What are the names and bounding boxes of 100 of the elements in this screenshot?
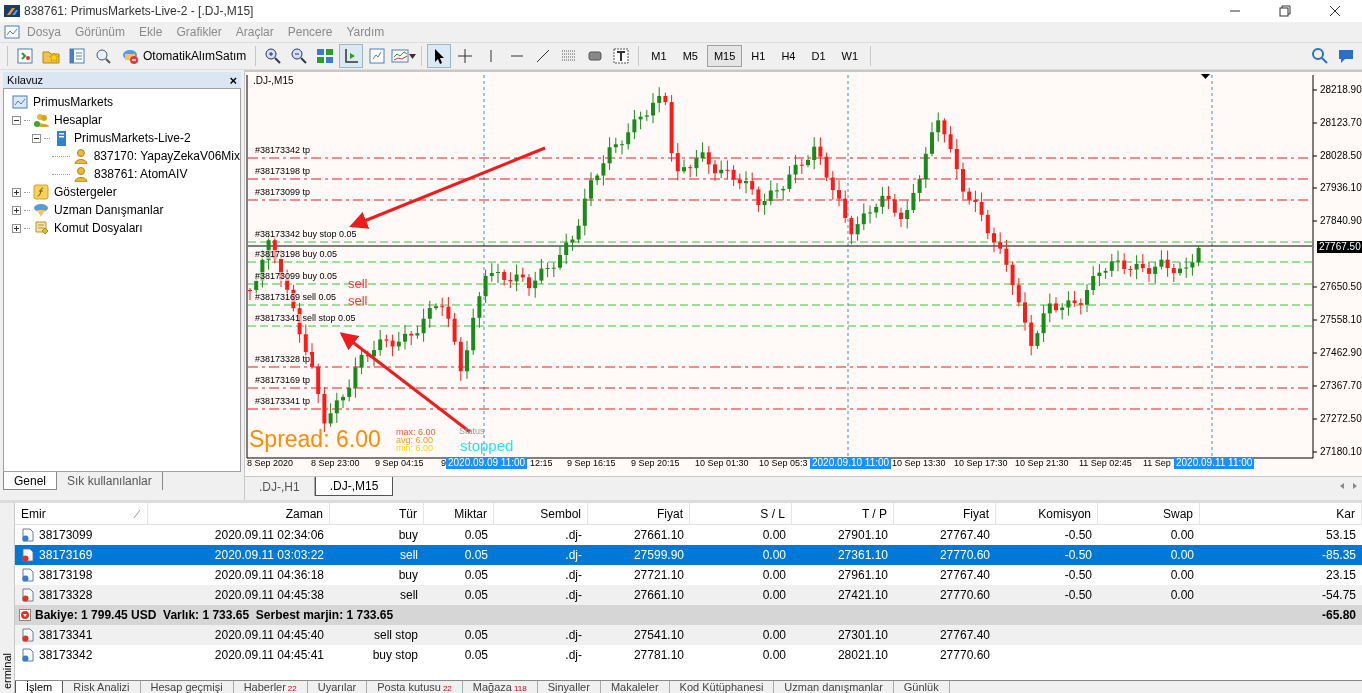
table-cell-text: 27301.10 [837, 627, 888, 644]
table-cell-text: 0.05 [464, 567, 488, 584]
price-tick: 28123.70 [1320, 118, 1362, 128]
table-cell-text: 2020.09.11 02:34:06 [214, 527, 324, 544]
terminal-tab[interactable]: Haberler 22 [233, 681, 308, 693]
table-cell-text: 0.00 [1170, 567, 1194, 584]
time-tick: 10 Sep 21:30 [1015, 459, 1069, 468]
time-highlight: 2020.09.09 11:00 [446, 457, 528, 469]
timeframe-button[interactable]: H4 [774, 45, 803, 67]
timeframe-button[interactable]: W1 [834, 45, 865, 67]
line-label: #38173198 tp [254, 167, 312, 176]
terminal-tab[interactable]: Günlük [893, 681, 950, 693]
terminal-tab[interactable]: Kod Kütüphanesi [669, 681, 775, 693]
panel-tab[interactable]: Genel [3, 472, 58, 490]
column-label: Swap [1162, 506, 1193, 523]
table-cell-text: 0.00 [762, 527, 786, 544]
terminal-tab[interactable]: İşlem [15, 681, 64, 693]
table-cell-text: .dj- [565, 567, 582, 584]
table-cell-text: 38173198 [39, 567, 93, 584]
line-label: #38173099 buy 0.05 [254, 272, 339, 281]
time-tick: 10 Sep 13:30 [892, 459, 946, 468]
terminal-tab[interactable]: Posta kutusu 22 [367, 681, 463, 693]
table-cell-text: 27767.40 [939, 567, 990, 584]
table-row[interactable]: 38173169 2020.09.11 03:03:22 sell 0.05 .dj- 27599.90 0.00 27361.10 27770.60 -0.50 0.00 -85.35 [15, 545, 1362, 565]
chart-tab[interactable]: .DJ-,M15 [314, 477, 394, 496]
column-label: Kar [1336, 506, 1355, 523]
notification-count: 22 [442, 685, 452, 693]
auto-trading-button[interactable]: OtomatikAlımSatım [117, 44, 251, 68]
table-cell-text: -0.50 [1064, 567, 1092, 584]
table-cell-text: 27770.60 [939, 587, 990, 604]
time-tick: 10 Sep 05:3 [759, 459, 808, 468]
terminal-tab[interactable]: Risk Analizi [63, 681, 141, 693]
terminal-tab[interactable]: Makaleler [600, 681, 670, 693]
table-cell-text: 0.05 [464, 627, 488, 644]
timeframe-button[interactable]: H1 [744, 45, 773, 67]
table-cell-text: 53.15 [1325, 527, 1356, 544]
balance-summary: Bakiye: 1 799.45 USD Varlık: 1 733.65 Serbest marjin: 1 733.65 [35, 607, 394, 624]
line-label: #38173341 tp [254, 397, 312, 406]
table-cell-text: -0.50 [1064, 527, 1092, 544]
table-cell-text: 2020.09.11 04:45:40 [214, 627, 324, 644]
timeframe-button[interactable]: M1 [644, 45, 674, 67]
table-cell-text: 38173342 [39, 647, 93, 664]
timeframe-button[interactable]: M15 [706, 45, 743, 67]
table-cell-text: 0.00 [762, 587, 786, 604]
line-label: #38173169 sell 0.05 [254, 293, 338, 302]
table-cell-text: 2020.09.11 04:45:41 [214, 647, 324, 664]
column-label: Sembol [540, 506, 581, 523]
table-cell-text: 0.00 [762, 647, 786, 664]
table-cell-text: 27661.10 [633, 587, 684, 604]
terminal-tab[interactable]: Uzman danışmanlar [774, 681, 894, 693]
column-label: Komisyon [1038, 506, 1091, 523]
table-cell-text: 27767.40 [939, 527, 990, 544]
time-tick: 9 Sep 04:15 [375, 459, 424, 468]
table-cell-text: 0.05 [464, 647, 488, 664]
tree-item[interactable]: Komut Dosyaları [54, 219, 143, 237]
panel-tab[interactable]: Sık kullanılanlar [57, 472, 163, 490]
terminal-tab[interactable]: Sinyaller [537, 681, 601, 693]
time-tick: 8 Sep 2020 [247, 459, 294, 468]
tree-item[interactable]: Hesaplar [54, 111, 103, 129]
tree-item[interactable]: 838761: AtomAIV [94, 165, 188, 183]
table-cell-text: 0.00 [762, 567, 786, 584]
table-row[interactable]: 38173341 2020.09.11 04:45:40 sell stop 0.05 .dj- 27541.10 0.00 27301.10 27767.40 [15, 625, 1362, 645]
timeframe-button[interactable]: D1 [804, 45, 833, 67]
chart-annotation: sell [348, 294, 368, 307]
time-tick: 11 Sep [1143, 459, 1171, 468]
table-cell-text: 27961.10 [837, 567, 888, 584]
table-cell-text: -85.35 [1321, 547, 1356, 564]
tree-item[interactable]: Göstergeler [54, 183, 117, 201]
timeframe-button[interactable]: M5 [675, 45, 705, 67]
notification-count: 118 [513, 685, 527, 693]
table-cell-text: buy [398, 527, 418, 544]
table-cell-text: -0.50 [1064, 547, 1092, 564]
table-cell-text: 2020.09.11 04:36:18 [214, 567, 324, 584]
terminal-tab[interactable]: Mağaza 118 [462, 681, 538, 693]
column-label: Fiyat [657, 506, 683, 523]
line-label: #38173342 buy stop 0.05 [254, 230, 358, 239]
terminal-tab[interactable]: Hesap geçmişi [140, 681, 234, 693]
total-profit: -65.80 [1321, 607, 1357, 624]
column-label: S / L [760, 506, 785, 523]
tree-item[interactable]: PrimusMarkets [33, 93, 113, 111]
column-label: Tür [399, 506, 417, 523]
notification-count: 22 [287, 685, 297, 693]
price-tick: 27367.70 [1320, 381, 1362, 391]
terminal-tab[interactable]: Uyarılar [307, 681, 368, 693]
table-cell-text: 28021.10 [837, 647, 888, 664]
current-price-label: 27767.50 [1317, 241, 1362, 253]
price-tick: 27558.10 [1320, 315, 1362, 325]
line-label: #38173198 buy 0.05 [254, 250, 339, 259]
time-tick: 12:15 [530, 459, 553, 468]
column-label: T / P [861, 506, 887, 523]
table-cell-text: sell [400, 587, 418, 604]
tree-item[interactable]: 837170: YapayZekaV06Mix [93, 147, 240, 165]
chart-tab[interactable]: .DJ-,H1 [245, 477, 315, 496]
close-button[interactable]: × [229, 73, 237, 87]
line-label: #38173099 tp [254, 188, 312, 197]
tree-item[interactable]: Uzman Danışmanlar [54, 201, 164, 219]
table-row[interactable]: 38173328 2020.09.11 04:45:38 sell 0.05 .dj- 27661.10 0.00 27421.10 27770.60 -0.50 0.00 -54.75 [15, 585, 1362, 605]
table-cell-text: 0.00 [1170, 547, 1194, 564]
table-cell-text: 38173341 [39, 627, 93, 644]
tree-item[interactable]: PrimusMarkets-Live-2 [74, 129, 191, 147]
